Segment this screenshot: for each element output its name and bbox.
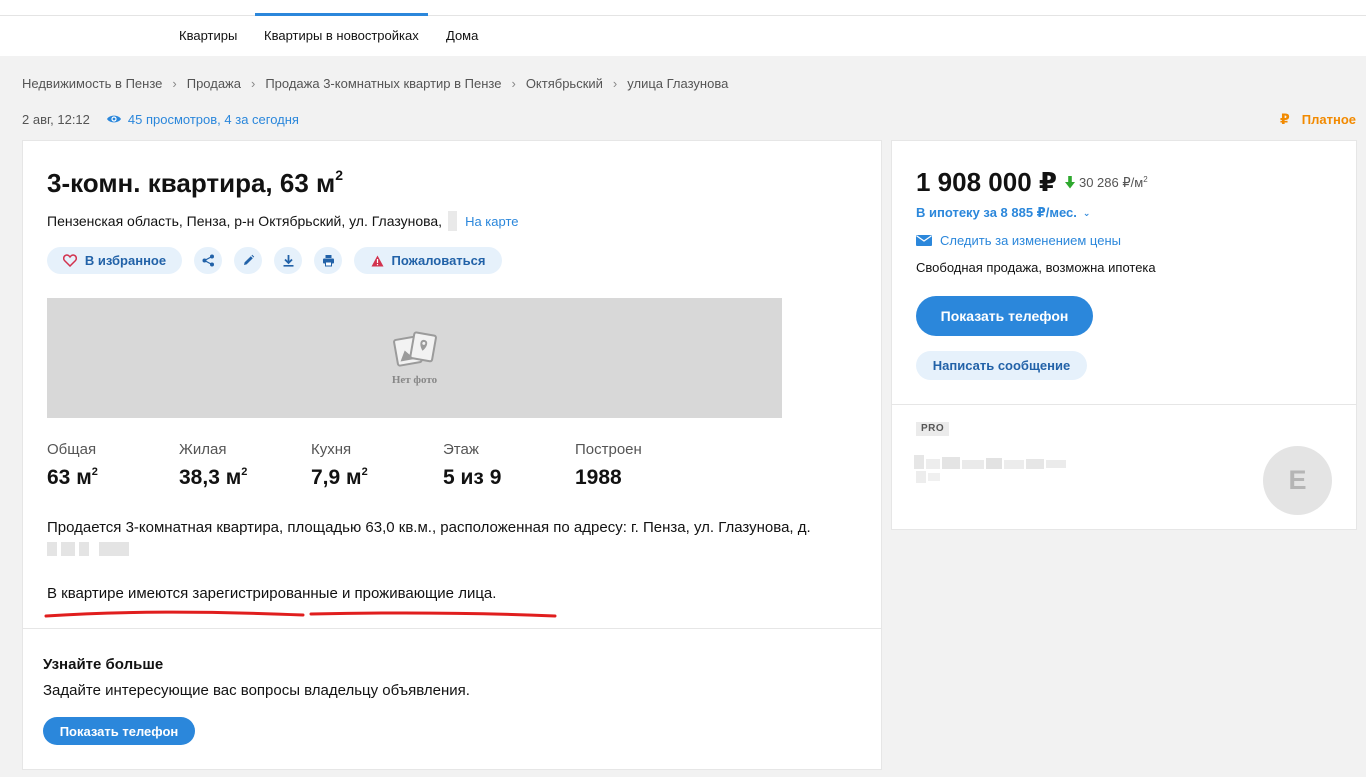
edit-button[interactable] <box>234 247 262 274</box>
breadcrumb-item[interactable]: Недвижимость в Пензе <box>22 76 162 91</box>
report-button[interactable]: Пожаловаться <box>354 247 502 274</box>
favorite-button[interactable]: В избранное <box>47 247 182 274</box>
nav-tab-apartments[interactable]: Квартиры <box>179 16 237 56</box>
browser-top-strip <box>0 0 1366 16</box>
share-icon <box>202 254 214 267</box>
pencil-icon <box>243 254 254 265</box>
chevron-right-icon: › <box>172 75 177 91</box>
chevron-right-icon: › <box>250 75 256 91</box>
section-divider <box>23 628 881 629</box>
section-divider <box>892 404 1356 405</box>
download-button[interactable] <box>274 247 302 274</box>
price-per-m2: 30 286 ₽/м2 <box>1078 174 1148 190</box>
stat-floor: Этаж 5 из 9 <box>443 441 502 489</box>
show-phone-button[interactable]: Показать телефон <box>916 296 1093 336</box>
show-phone-button-bottom[interactable]: Показать телефон <box>43 717 195 745</box>
chevron-right-icon: › <box>612 75 618 91</box>
learn-more-title: Узнайте больше <box>43 656 164 673</box>
address-text: Пензенская область, Пенза, р-н Октябрьск… <box>47 213 443 229</box>
breadcrumb-item[interactable]: Продажа 3-комнатных квартир в Пензе <box>265 76 501 91</box>
chevron-right-icon: › <box>511 75 516 91</box>
description-line: Продается 3-комнатная квартира, площадью… <box>47 519 811 536</box>
blurred-house-number <box>47 542 129 556</box>
stat-living-area: Жилая 38,3 м2 <box>179 441 248 489</box>
photo-placeholder: Нет фото <box>47 298 782 418</box>
no-photo-text: Нет фото <box>391 374 438 386</box>
download-icon <box>283 255 293 267</box>
eye-icon <box>106 115 121 123</box>
breadcrumb-item[interactable]: улица Глазунова <box>627 76 728 91</box>
price-row: 1 908 000 ₽ 30 286 ₽/м2 <box>916 167 1148 198</box>
share-button[interactable] <box>194 247 222 274</box>
paid-label: Платное <box>1301 111 1356 127</box>
mortgage-link[interactable]: В ипотеку за 8 885 ₽/мес. ⌄ <box>916 205 1090 221</box>
paid-badge: ₽ Платное <box>1280 110 1356 128</box>
breadcrumb-item[interactable]: Октябрьский <box>526 76 603 91</box>
views-link[interactable]: 45 просмотров, 4 за сегодня <box>128 112 299 127</box>
nav-tab-new-buildings[interactable]: Квартиры в новостройках <box>255 13 428 56</box>
red-underline-annotation <box>44 610 557 618</box>
publish-date: 2 авг, 12:12 <box>22 111 90 127</box>
envelope-icon <box>916 235 932 246</box>
listing-card: 3-комн. квартира, 63 м2 Пензенская облас… <box>22 140 882 770</box>
arrow-down-icon <box>1064 176 1075 189</box>
breadcrumb: Недвижимость в Пензе › Продажа › Продажа… <box>22 74 728 92</box>
stat-kitchen-area: Кухня 7,9 м2 <box>311 441 368 489</box>
favorite-label: В избранное <box>84 253 167 268</box>
listing-title: 3-комн. квартира, 63 м2 <box>47 167 344 198</box>
warning-icon <box>371 255 383 266</box>
learn-more-text: Задайте интересующие вас вопросы владель… <box>43 682 470 699</box>
no-photo-icon <box>392 331 437 367</box>
stat-total-area: Общая 63 м2 <box>47 441 98 489</box>
sale-type: Свободная продажа, возможна ипотека <box>916 260 1156 275</box>
stat-built-year: Построен 1988 <box>575 441 642 489</box>
pro-badge: PRO <box>916 422 950 436</box>
heart-icon <box>62 254 77 267</box>
follow-price-link[interactable]: Следить за изменением цены <box>916 233 1121 248</box>
print-button[interactable] <box>314 247 342 274</box>
price-card: 1 908 000 ₽ 30 286 ₽/м2 В ипотеку за 8 8… <box>891 140 1357 530</box>
nav-tab-houses[interactable]: Дома <box>446 16 478 56</box>
map-link[interactable]: На карте <box>465 214 518 229</box>
blurred-agent-name <box>914 455 1066 483</box>
breadcrumb-item[interactable]: Продажа <box>187 76 241 91</box>
category-nav: Квартиры Квартиры в новостройках Дома <box>0 13 1366 56</box>
listing-address: Пензенская область, Пенза, р-н Октябрьск… <box>47 211 519 231</box>
report-label: Пожаловаться <box>391 253 486 268</box>
blurred-house-number <box>448 211 458 231</box>
listing-meta: 2 авг, 12:12 45 просмотров, 4 за сегодня <box>22 110 299 128</box>
avatar[interactable]: E <box>1263 446 1332 515</box>
ruble-icon: ₽ <box>1280 110 1290 127</box>
price: 1 908 000 ₽ <box>916 167 1057 197</box>
printer-icon <box>322 255 334 267</box>
write-message-button[interactable]: Написать сообщение <box>916 351 1087 380</box>
chevron-down-icon: ⌄ <box>1082 207 1091 218</box>
description-line-highlighted: В квартире имеются зарегистрированные и … <box>47 585 497 602</box>
